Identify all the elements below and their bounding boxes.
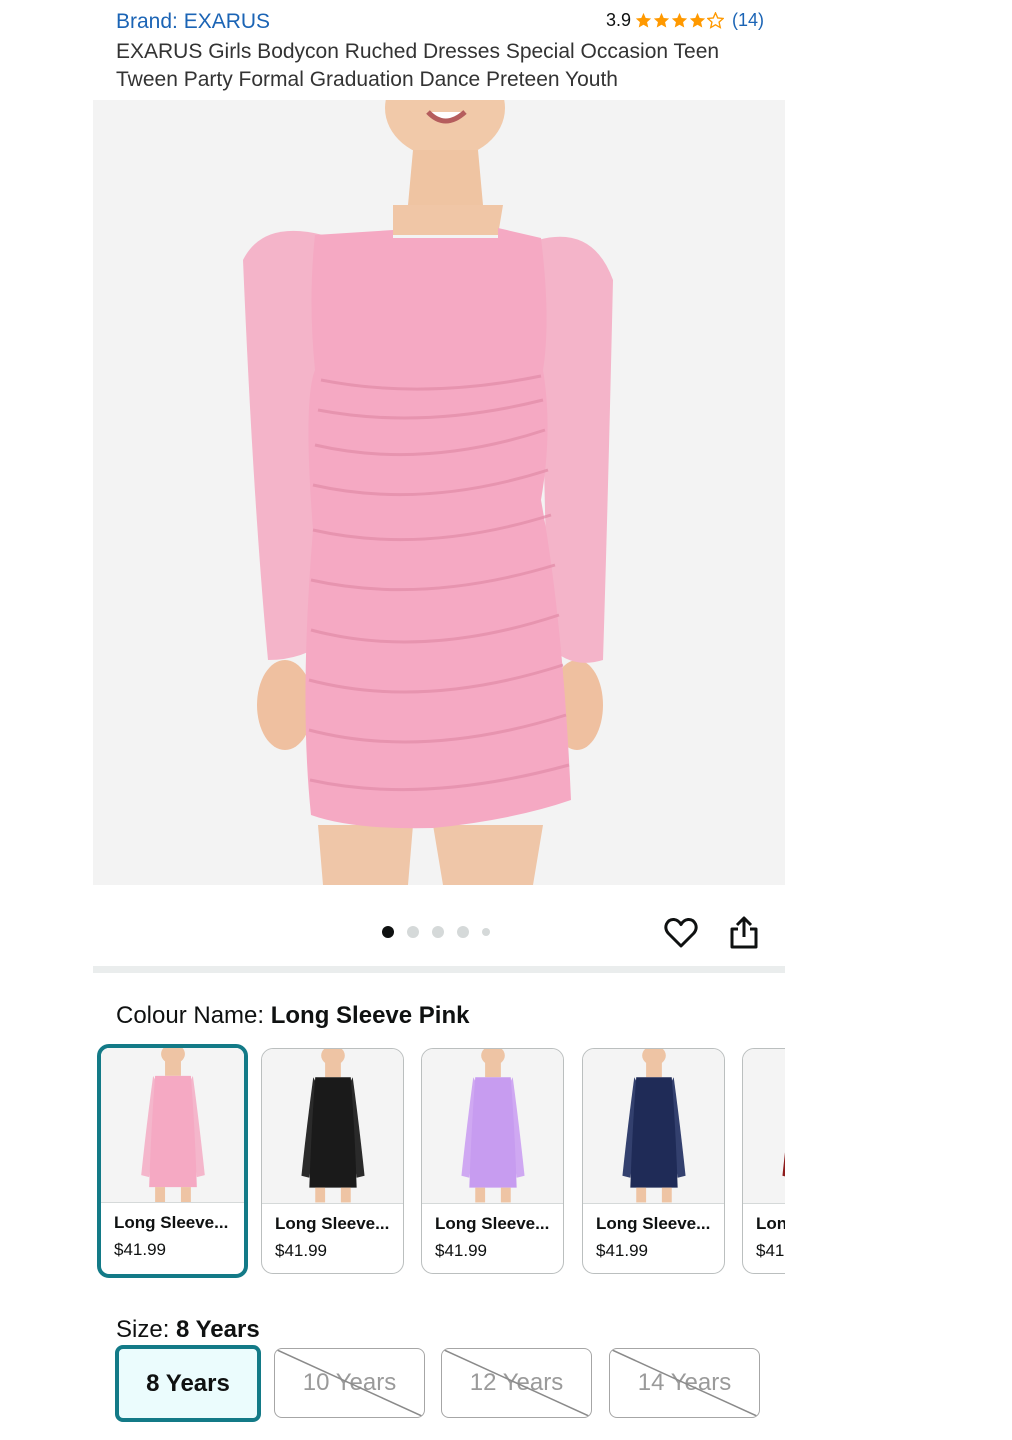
size-option-label: 8 Years [146, 1369, 230, 1397]
colour-option-price: $41.99 [275, 1241, 327, 1260]
heart-icon[interactable] [664, 916, 698, 950]
section-divider [93, 966, 785, 973]
carousel-dot[interactable] [432, 926, 444, 938]
product-title: EXARUS Girls Bodycon Ruched Dresses Spec… [116, 40, 720, 91]
colour-option[interactable]: Lon $41 [742, 1048, 785, 1274]
colour-option-price: $41 [756, 1241, 785, 1260]
size-option[interactable]: 12 Years [441, 1348, 592, 1418]
colour-option[interactable]: Long Sleeve... $41.99 [97, 1044, 248, 1278]
image-carousel-dots[interactable] [382, 926, 490, 938]
star-empty-icon [706, 12, 724, 29]
unavailable-strike-icon [275, 1349, 424, 1417]
colour-thumbnail [743, 1049, 785, 1204]
colour-option-name: Long Sleeve... [596, 1214, 711, 1233]
size-option[interactable]: 14 Years [609, 1348, 760, 1418]
size-option[interactable]: 10 Years [274, 1348, 425, 1418]
colour-option[interactable]: Long Sleeve... $41.99 [261, 1048, 404, 1274]
colour-option[interactable]: Long Sleeve... $41.99 [421, 1048, 564, 1274]
colour-option-price: $41.99 [435, 1241, 487, 1260]
colour-option-name: Long Sleeve... [275, 1214, 390, 1233]
rating-stars [635, 12, 724, 29]
carousel-dot[interactable] [457, 926, 469, 938]
carousel-dot[interactable] [482, 928, 490, 936]
unavailable-strike-icon [610, 1349, 759, 1417]
carousel-dot[interactable] [407, 926, 419, 938]
dress-photo [93, 100, 785, 885]
colour-option-price: $41.99 [114, 1240, 166, 1259]
size-option[interactable]: 8 Years [115, 1345, 261, 1422]
colour-thumbnail [583, 1049, 724, 1204]
colour-option-name: Lon [756, 1214, 785, 1233]
star-full-icon [635, 12, 652, 28]
star-full-icon [653, 12, 670, 28]
review-count[interactable]: (14) [732, 10, 764, 31]
colour-thumbnail [422, 1049, 563, 1204]
star-full-icon [689, 12, 706, 28]
size-label: Size: 8 Years [116, 1316, 260, 1344]
colour-option-name: Long Sleeve... [435, 1214, 550, 1233]
rating-summary[interactable]: 3.9 (14) [606, 10, 764, 31]
colour-swatches: Long Sleeve... $41.99 Long Sleeve... $41.99… [97, 1044, 785, 1280]
selected-colour: Long Sleeve Pink [270, 1002, 470, 1029]
colour-option-name: Long Sleeve... [114, 1213, 229, 1232]
colour-option[interactable]: Long Sleeve... $41.99 [582, 1048, 725, 1274]
unavailable-strike-icon [442, 1349, 591, 1417]
size-label-prefix: Size: [116, 1316, 177, 1343]
colour-option-price: $41.99 [596, 1241, 648, 1260]
star-full-icon [671, 12, 688, 28]
colour-label-prefix: Colour Name: [116, 1002, 271, 1029]
rating-score: 3.9 [605, 10, 631, 30]
colour-thumbnail [101, 1048, 244, 1203]
colour-thumbnail [262, 1049, 403, 1204]
brand-link[interactable]: Brand: EXARUS [116, 10, 270, 34]
share-icon[interactable] [729, 915, 759, 949]
product-image[interactable] [93, 100, 785, 885]
carousel-dot[interactable] [382, 926, 394, 938]
colour-label: Colour Name: Long Sleeve Pink [116, 1002, 469, 1030]
selected-size: 8 Years [176, 1316, 260, 1343]
